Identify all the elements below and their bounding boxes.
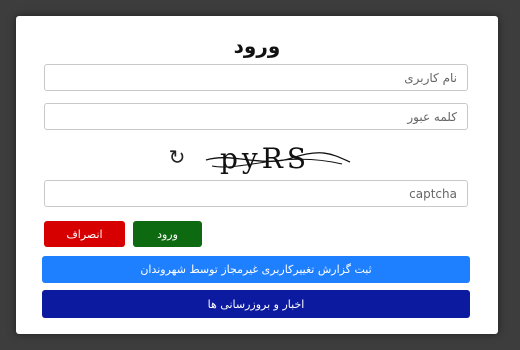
captcha-text: pyRS — [220, 142, 310, 175]
refresh-icon[interactable]: ↻ — [166, 146, 188, 168]
report-unauthorized-change-button[interactable]: ثبت گزارش تغییرکاربری غیرمجاز توسط شهرون… — [42, 256, 470, 283]
username-input[interactable] — [44, 64, 468, 91]
login-button[interactable]: ورود — [133, 221, 202, 247]
captcha-row: ↻ pyRS — [16, 142, 498, 176]
captcha-input[interactable] — [44, 180, 468, 207]
cancel-button[interactable]: انصراف — [44, 221, 125, 247]
captcha-image: pyRS — [205, 142, 351, 175]
dialog-title: ورود — [233, 34, 281, 58]
login-dialog: ورود ↻ pyRS انصراف ورود ثبت گزارش تغییرک… — [16, 16, 498, 334]
news-updates-button[interactable]: اخبار و بروزرسانی ها — [42, 290, 470, 318]
password-input[interactable] — [44, 103, 468, 130]
